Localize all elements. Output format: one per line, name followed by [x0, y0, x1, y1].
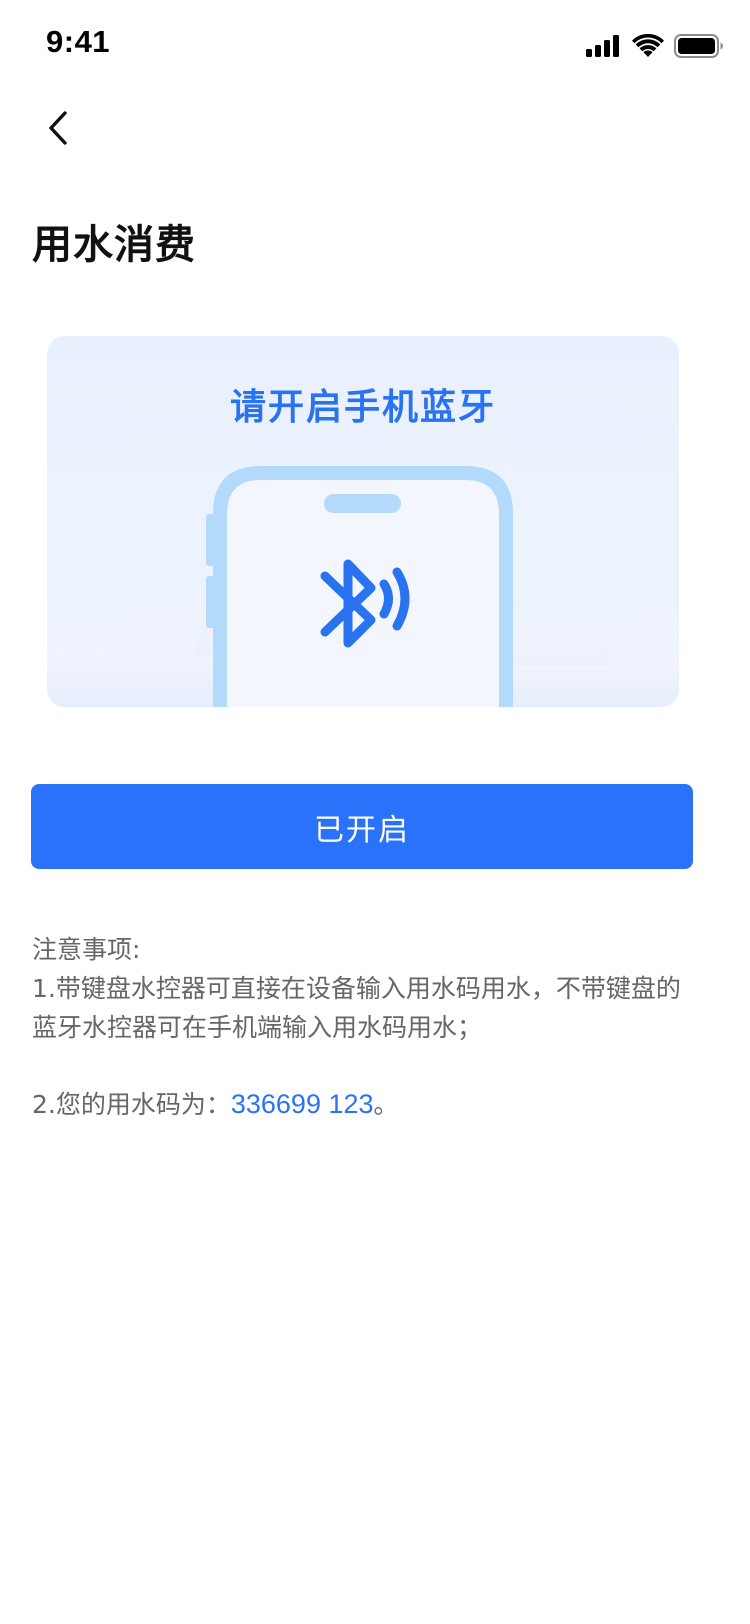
- notes-heading: 注意事项:: [32, 935, 141, 964]
- bluetooth-prompt-card: 请开启手机蓝牙: [47, 336, 679, 707]
- chevron-left-icon: [49, 111, 67, 145]
- bluetooth-enabled-button[interactable]: 已开启: [31, 784, 693, 869]
- page-title: 用水消费: [32, 222, 196, 268]
- water-code: 336699 123: [230, 1089, 374, 1119]
- back-button[interactable]: [34, 104, 82, 152]
- battery-icon: [674, 34, 723, 58]
- wifi-icon: [632, 34, 664, 57]
- cloud-right: [487, 619, 679, 707]
- status-icons: [586, 32, 724, 60]
- phone-notch: [324, 494, 401, 513]
- notes-section: 注意事项: 1.带键盘水控器可直接在设备输入用水码用水，不带键盘的蓝牙水控器可在…: [32, 930, 694, 1124]
- signal-icon: [586, 35, 619, 57]
- notes-item-2-prefix: 2.您的用水码为：: [32, 1090, 231, 1119]
- bluetooth-card-title: 请开启手机蓝牙: [229, 387, 496, 428]
- notes-item-2: 2.您的用水码为：336699 123。: [32, 1085, 694, 1124]
- status-time: 9:41: [46, 24, 111, 59]
- notes-item-1: 1.带键盘水控器可直接在设备输入用水码用水，不带键盘的蓝牙水控器可在手机端输入用…: [32, 974, 681, 1042]
- notes-item-2-suffix: 。: [373, 1090, 399, 1119]
- status-bar: 9:41: [0, 0, 750, 88]
